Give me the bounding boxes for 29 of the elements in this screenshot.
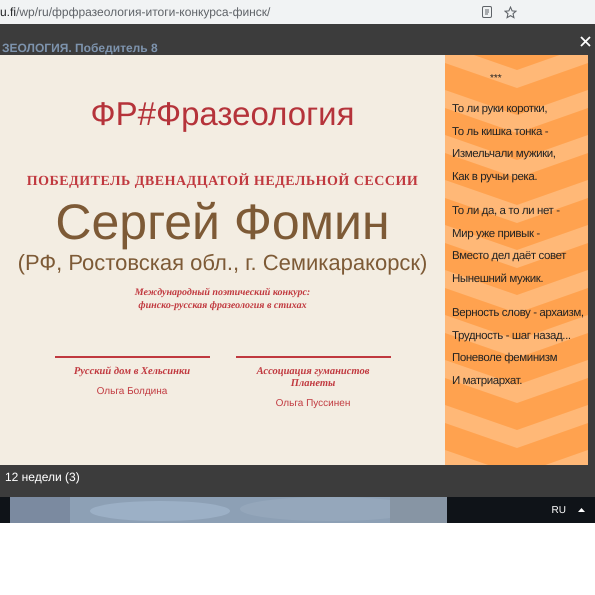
poem-line: Трудность - шаг назад... [452,328,572,344]
signatory-name: Ольга Болдина [96,384,168,398]
image-caption: 12 недели (3) [4,469,81,486]
reader-icon[interactable] [482,6,492,18]
contest-line: финско-русская фразеология в стихах [138,298,307,312]
poem-line: Нынешний мужик. [452,272,544,286]
organization-name: Русский дом в Хельсинки [74,366,190,378]
poem-line: Верность слову - архаизм, [452,306,585,321]
poem-separator: *** [490,72,502,86]
poem-line: Мир уже привык - [452,226,541,242]
close-icon[interactable] [580,36,591,47]
poem-line: Измельчали мужики, [452,147,557,162]
poem-line: Поневоле феминизм [452,351,558,366]
organization-name: Ассоциация гуманистов Планеты [255,366,370,390]
poem-line: И матриархат. [452,374,524,388]
winner-name: Сергей Фомин [55,194,390,250]
certificate-heading: ПОБЕДИТЕЛЬ ДВЕНАДЦАТОЙ НЕДЕЛЬНОЙ СЕССИИ [26,172,418,190]
poem-line: То ль кишка тонка - [452,124,550,140]
star-icon[interactable] [504,6,517,18]
signatory-name: Ольга Пуссинен [276,396,350,410]
poem-line: То ли да, а то ли нет - [452,204,561,219]
contest-line: Международный поэтический конкурс: [134,286,310,298]
poem-line: Вместо дел даёт совет [452,249,568,264]
caret-up-icon[interactable] [578,508,585,512]
winner-location: (РФ, Ростовская обл., г. Семикаракорск) [18,250,428,276]
brand-title: ФР#Фразеология [90,94,354,134]
language-indicator[interactable]: RU [552,502,566,518]
poem-line: Как в ручьи река. [452,170,538,184]
poem-line: То ли руки коротки, [452,102,548,117]
